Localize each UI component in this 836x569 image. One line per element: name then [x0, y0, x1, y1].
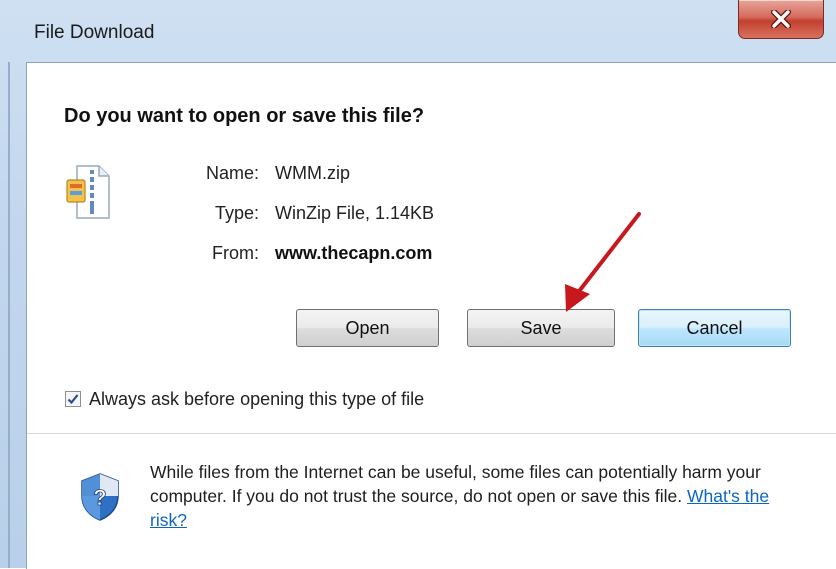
- type-label: Type:: [214, 203, 259, 223]
- name-label: Name:: [205, 163, 259, 183]
- close-icon: [771, 10, 791, 28]
- open-button[interactable]: Open: [296, 309, 439, 347]
- cancel-button[interactable]: Cancel: [638, 309, 791, 347]
- always-ask-checkbox[interactable]: [65, 391, 81, 407]
- dialog-question: Do you want to open or save this file?: [64, 105, 425, 127]
- svg-text:?: ?: [93, 485, 106, 510]
- file-download-window: File Download Do you want to open or sav…: [0, 0, 836, 569]
- type-value: WinZip File, 1.14KB: [275, 203, 435, 223]
- always-ask-option[interactable]: Always ask before opening this type of f…: [65, 387, 424, 411]
- from-label: From:: [212, 243, 259, 263]
- warning-body: While files from the Internet can be use…: [150, 462, 761, 506]
- name-value: WMM.zip: [275, 163, 350, 183]
- close-button[interactable]: [738, 0, 824, 39]
- always-ask-label: Always ask before opening this type of f…: [89, 388, 425, 409]
- title-bar[interactable]: File Download: [0, 0, 836, 62]
- shield-question-icon: ?: [81, 473, 119, 521]
- from-value: www.thecapn.com: [275, 243, 433, 263]
- dialog-body: Do you want to open or save this file? N…: [26, 62, 836, 569]
- window-title: File Download: [34, 22, 155, 43]
- checkmark-icon: [67, 394, 79, 405]
- separator: [27, 433, 836, 434]
- warning-text: While files from the Internet can be use…: [150, 460, 810, 532]
- save-button[interactable]: Save: [467, 309, 615, 347]
- zip-file-icon: [66, 165, 110, 219]
- window-frame-edge: [8, 62, 10, 568]
